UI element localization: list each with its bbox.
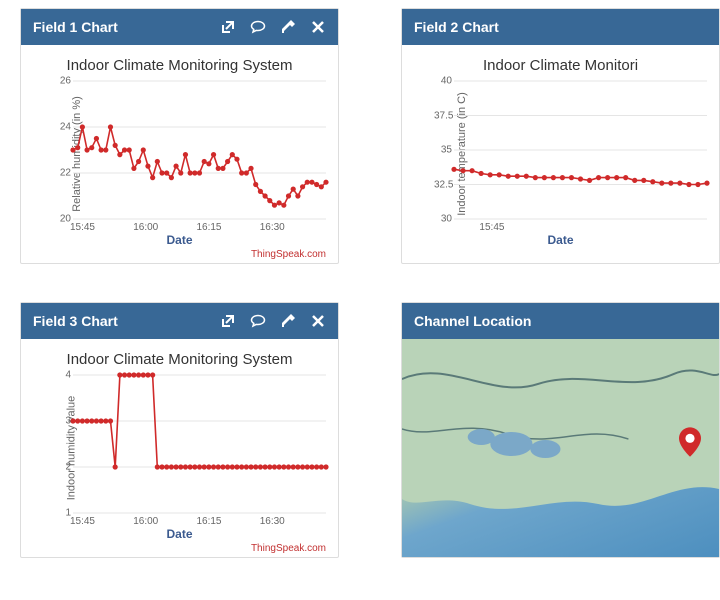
y-tick: 22	[53, 168, 71, 179]
close-icon[interactable]	[310, 313, 326, 329]
y-tick: 2	[53, 462, 71, 473]
chart-title: Indoor Climate Monitoring System	[31, 57, 328, 74]
external-link-icon[interactable]	[220, 19, 236, 35]
y-tick: 20	[53, 214, 71, 225]
y-tick: 26	[53, 76, 71, 87]
y-tick: 35	[434, 145, 452, 156]
y-tick: 30	[434, 214, 452, 225]
panel-header: Field 2 Chart	[402, 9, 719, 45]
y-tick: 24	[53, 122, 71, 133]
y-tick: 4	[53, 370, 71, 381]
field3-panel: Field 3 Chart Indoor Climate Monitoring …	[20, 302, 339, 558]
y-tick: 3	[53, 416, 71, 427]
y-tick: 1	[53, 508, 71, 519]
chart-body: Indoor Climate Monitori Indoor temperatu…	[402, 45, 719, 263]
external-link-icon[interactable]	[220, 313, 236, 329]
x-tick: 16:15	[196, 516, 221, 527]
panel-title: Channel Location	[414, 313, 707, 329]
x-tick: 16:15	[196, 222, 221, 233]
chart-title: Indoor Climate Monitori	[412, 57, 709, 74]
field1-panel: Field 1 Chart Indoor Climate Monitoring …	[20, 8, 339, 264]
x-tick: 16:00	[133, 516, 158, 527]
panel-header: Field 1 Chart	[21, 9, 338, 45]
field2-panel: Field 2 Chart Indoor Climate Monitori In…	[401, 8, 720, 264]
x-tick: 16:30	[260, 516, 285, 527]
x-tick: 16:00	[133, 222, 158, 233]
chart-title: Indoor Climate Monitoring System	[31, 351, 328, 368]
map-pin-icon	[679, 427, 701, 457]
x-tick: 15:45	[479, 222, 504, 233]
x-tick: 15:45	[70, 222, 95, 233]
y-tick: 32.5	[434, 179, 452, 190]
panel-header: Channel Location	[402, 303, 719, 339]
attribution[interactable]: ThingSpeak.com	[251, 543, 326, 554]
chart-body: Indoor Climate Monitoring System Indoor …	[21, 339, 338, 557]
x-axis-label: Date	[21, 527, 338, 541]
close-icon[interactable]	[310, 19, 326, 35]
comment-icon[interactable]	[250, 19, 266, 35]
map[interactable]	[402, 339, 719, 557]
panel-title: Field 2 Chart	[414, 19, 707, 35]
comment-icon[interactable]	[250, 313, 266, 329]
panel-title: Field 1 Chart	[33, 19, 220, 35]
location-panel: Channel Location	[401, 302, 720, 558]
panel-title: Field 3 Chart	[33, 313, 220, 329]
panel-header: Field 3 Chart	[21, 303, 338, 339]
x-axis-label: Date	[21, 233, 338, 247]
chart-body: Indoor Climate Monitoring System Relativ…	[21, 45, 338, 263]
x-axis-label: Date	[402, 233, 719, 247]
x-tick: 15:45	[70, 516, 95, 527]
attribution[interactable]: ThingSpeak.com	[251, 249, 326, 260]
edit-icon[interactable]	[280, 313, 296, 329]
x-tick: 16:30	[260, 222, 285, 233]
y-tick: 40	[434, 76, 452, 87]
edit-icon[interactable]	[280, 19, 296, 35]
y-tick: 37.5	[434, 110, 452, 121]
